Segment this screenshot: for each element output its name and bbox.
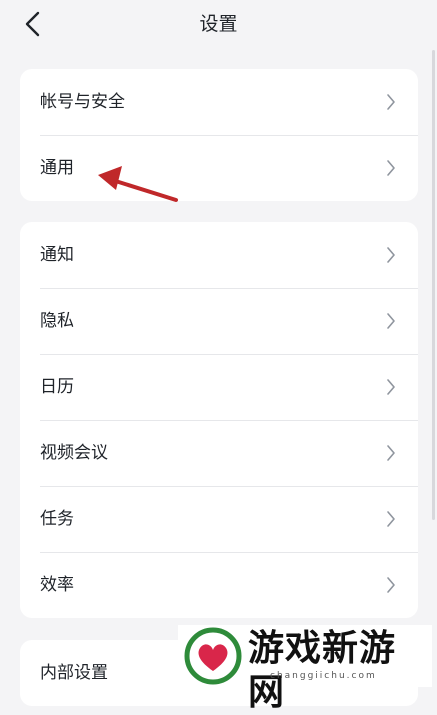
settings-group-features: 通知 隐私 日历 视频会议 任务 效率 [20, 222, 418, 618]
settings-item-label: 通用 [40, 158, 74, 178]
settings-group-account: 帐号与安全 通用 [20, 69, 418, 201]
watermark-url: changgiichu.com [270, 671, 377, 681]
brand-logo-icon [184, 627, 242, 685]
settings-item-tasks[interactable]: 任务 [20, 486, 418, 552]
arrow-annotation-icon [98, 166, 178, 202]
settings-item-notifications[interactable]: 通知 [20, 222, 418, 288]
settings-item-label: 隐私 [40, 311, 74, 331]
nav-header: 设置 [0, 0, 437, 48]
settings-item-label: 效率 [40, 575, 74, 595]
chevron-right-icon [387, 94, 395, 110]
settings-item-label: 视频会议 [40, 443, 108, 463]
settings-item-label: 任务 [40, 509, 74, 529]
settings-item-privacy[interactable]: 隐私 [20, 288, 418, 354]
settings-item-general[interactable]: 通用 [20, 135, 418, 201]
watermark: 游戏新游网 changgiichu.com [178, 625, 432, 713]
settings-item-video-meeting[interactable]: 视频会议 [20, 420, 418, 486]
chevron-right-icon [387, 160, 395, 176]
chevron-right-icon [387, 577, 395, 593]
chevron-right-icon [387, 445, 395, 461]
settings-item-efficiency[interactable]: 效率 [20, 552, 418, 618]
chevron-right-icon [387, 313, 395, 329]
settings-item-label: 日历 [40, 377, 74, 397]
chevron-right-icon [387, 511, 395, 527]
page-title: 设置 [199, 13, 238, 35]
chevron-right-icon [387, 379, 395, 395]
settings-item-label: 通知 [40, 245, 74, 265]
scrollbar[interactable] [432, 50, 435, 520]
settings-item-label: 帐号与安全 [40, 92, 125, 112]
settings-item-calendar[interactable]: 日历 [20, 354, 418, 420]
settings-item-label: 内部设置 [40, 663, 108, 683]
chevron-right-icon [387, 247, 395, 263]
settings-item-account-security[interactable]: 帐号与安全 [20, 69, 418, 135]
